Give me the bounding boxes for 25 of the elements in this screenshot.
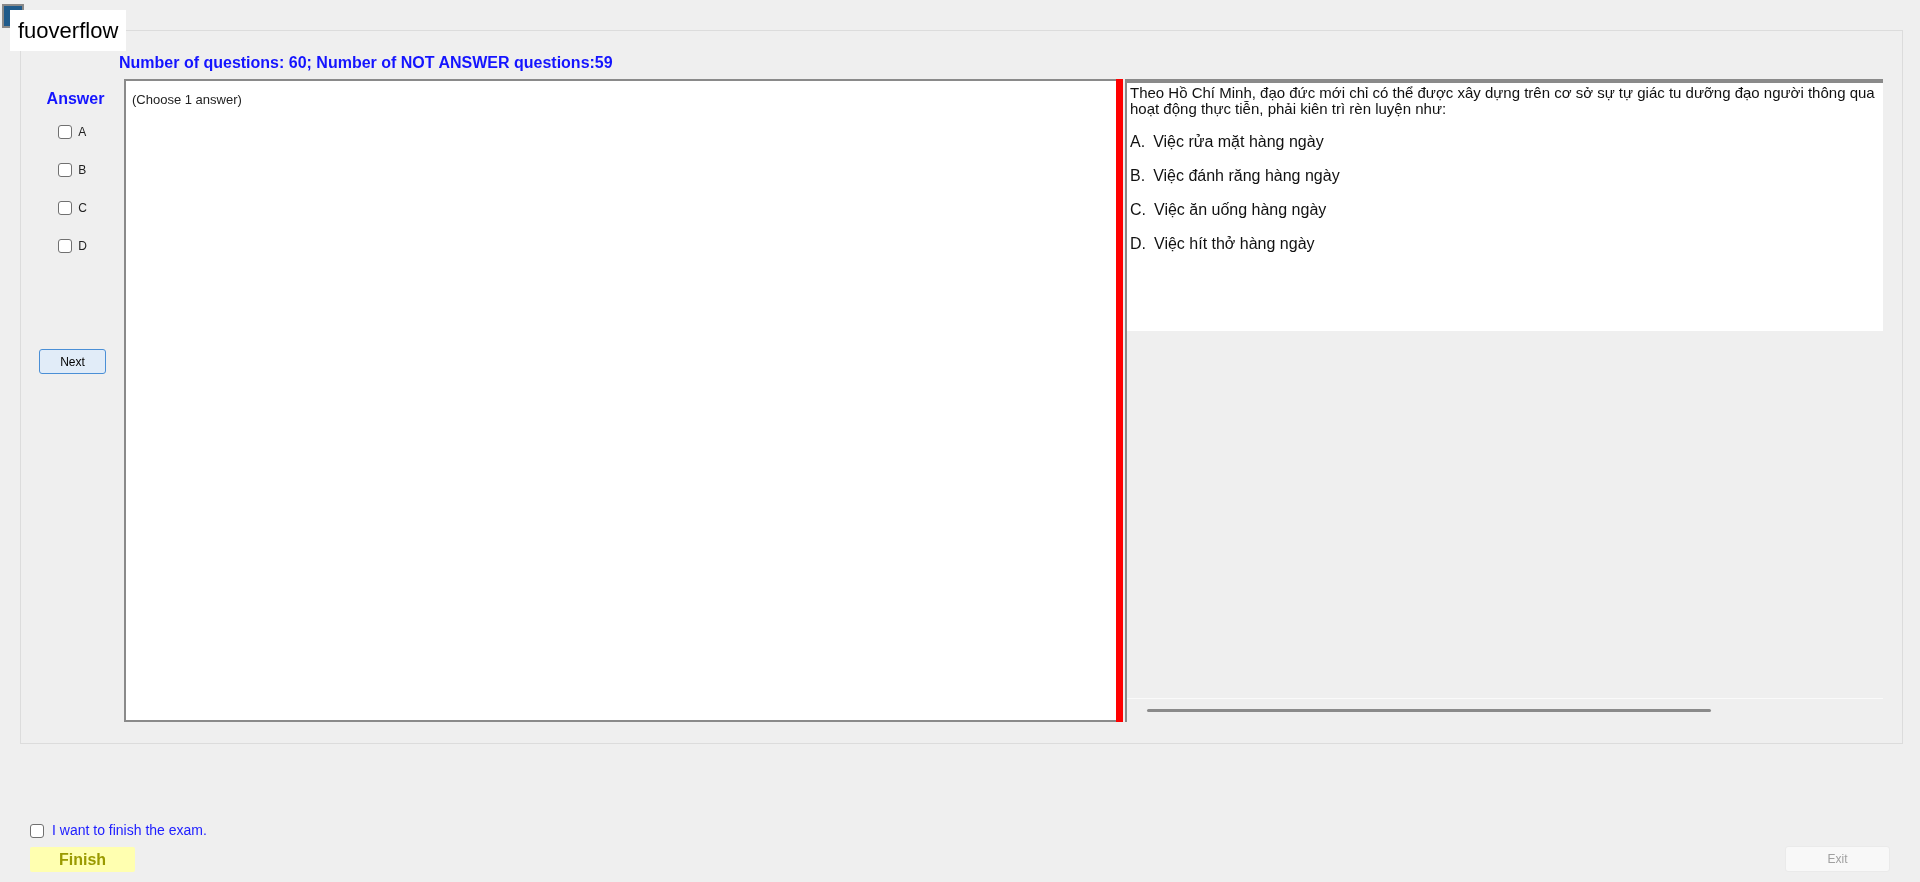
choice-letter: C. xyxy=(1130,201,1146,219)
choice-letter: D. xyxy=(1130,235,1146,253)
option-label: C xyxy=(78,200,87,217)
answer-checkbox[interactable] xyxy=(58,163,73,177)
scrollbar-thumb[interactable] xyxy=(1147,709,1711,712)
choice-text: Việc hít thở hàng ngày xyxy=(1154,235,1315,253)
window-title: fuoverflow xyxy=(10,10,127,51)
question-summary: Number of questions: 60; Number of NOT ANSWER questions:59 xyxy=(119,53,613,73)
choice-letter: A. xyxy=(1130,133,1146,151)
choice-text: Việc rửa mặt hàng ngày xyxy=(1153,133,1324,151)
next-button[interactable]: Next xyxy=(39,349,106,374)
option-label: B xyxy=(78,162,87,179)
answer-checkbox[interactable] xyxy=(58,125,73,139)
answer-text-area[interactable]: (Choose 1 answer) xyxy=(124,79,1116,722)
question-text: Theo Hồ Chí Minh, đạo đức mới chỉ có thể được xây dựng trên cơ sở sự tự giác tu dưỡng đạo người thông qua hoạt động thực tiễn, phải kiên trì rèn luyện như: xyxy=(1130,85,1876,117)
choice-text: Việc ăn uống hàng ngày xyxy=(1154,201,1327,219)
choice-text: Việc đánh răng hàng ngày xyxy=(1153,167,1340,185)
option-label: D xyxy=(78,238,87,255)
option-label: A xyxy=(78,124,87,141)
answer-heading: Answer xyxy=(46,89,105,109)
finish-confirm-label: I want to finish the exam. xyxy=(52,821,207,840)
answer-checkbox[interactable] xyxy=(58,201,73,215)
answer-checkbox[interactable] xyxy=(58,239,73,253)
choice-letter: B. xyxy=(1130,167,1146,185)
finish-checkbox[interactable] xyxy=(30,823,44,838)
